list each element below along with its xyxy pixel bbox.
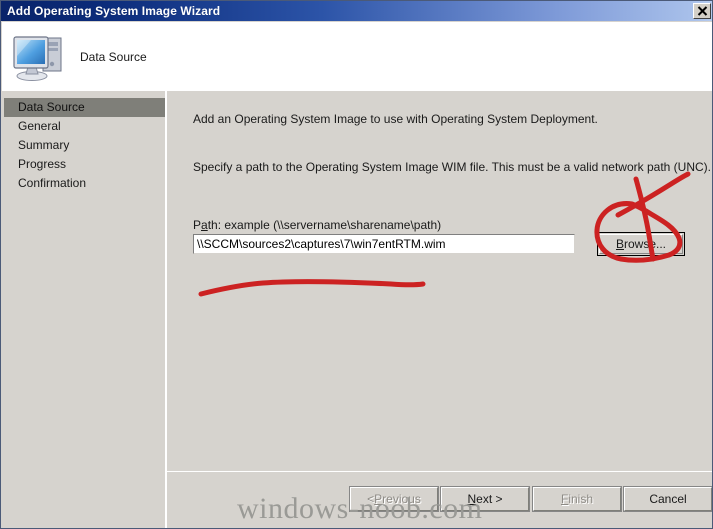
finish-label: inish [568, 492, 594, 506]
footer-buttons: < Previous Next > Finish Cancel [167, 483, 712, 528]
finish-button[interactable]: Finish [532, 486, 622, 512]
specify-text: Specify a path to the Operating System I… [193, 160, 711, 174]
next-accelerator: N [467, 492, 477, 506]
path-input[interactable] [193, 234, 575, 254]
intro-text: Add an Operating System Image to use wit… [193, 112, 598, 126]
header-band: Data Source [2, 22, 712, 91]
previous-button[interactable]: < Previous [349, 486, 439, 512]
path-label-suffix: th: example (\\servername\sharename\path… [207, 218, 442, 232]
previous-prefix: < [367, 492, 375, 506]
path-label: Path: example (\\servername\sharename\pa… [193, 218, 441, 232]
path-label-prefix: P [193, 218, 202, 232]
sidebar-item-data-source[interactable]: Data Source [4, 98, 165, 117]
browse-button-inner: Browse... [599, 234, 683, 254]
footer-divider [167, 471, 712, 472]
body-area: Data Source General Summary Progress Con… [2, 91, 712, 528]
sidebar-item-progress[interactable]: Progress [4, 155, 165, 174]
next-label: ext > [476, 492, 503, 506]
close-x-icon [697, 6, 707, 16]
wizard-window: Add Operating System Image Wizard Data S… [0, 0, 713, 529]
sidebar-item-confirmation[interactable]: Confirmation [4, 174, 165, 193]
window-title: Add Operating System Image Wizard [7, 4, 221, 18]
path-label-accelerator: a [201, 218, 208, 232]
cancel-label: Cancel [649, 492, 687, 506]
header-title: Data Source [80, 49, 147, 64]
sidebar-item-general[interactable]: General [4, 117, 165, 136]
sidebar-item-summary[interactable]: Summary [4, 136, 165, 155]
close-button[interactable] [693, 3, 711, 19]
sidebar-list: Data Source General Summary Progress Con… [4, 98, 165, 193]
browse-label: rowse... [624, 237, 667, 251]
previous-accelerator: P [374, 492, 383, 506]
wizard-steps-sidebar: Data Source General Summary Progress Con… [2, 91, 165, 528]
browse-accelerator: B [615, 237, 624, 251]
previous-label: revious [382, 492, 421, 506]
finish-accelerator: F [560, 492, 569, 506]
browse-button[interactable]: Browse... [597, 232, 685, 256]
next-button[interactable]: Next > [440, 486, 530, 512]
content-pane: Add an Operating System Image to use wit… [167, 91, 712, 528]
titlebar: Add Operating System Image Wizard [1, 1, 712, 21]
computer-monitor-icon [13, 35, 62, 81]
cancel-button[interactable]: Cancel [623, 486, 712, 512]
